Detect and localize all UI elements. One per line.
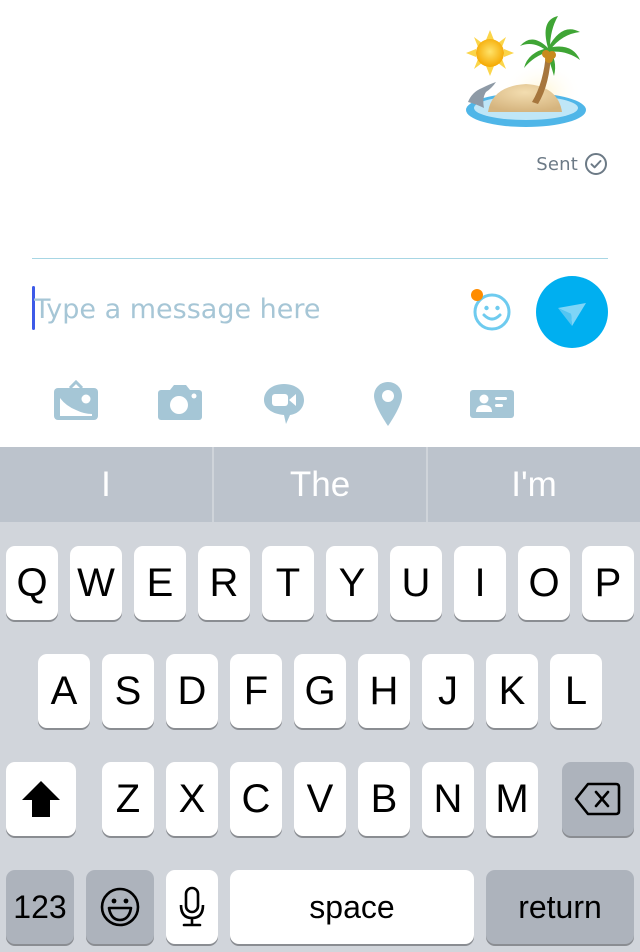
key-k[interactable]: K [486, 654, 538, 728]
key-f[interactable]: F [230, 654, 282, 728]
contact-card-icon [470, 390, 514, 418]
key-p[interactable]: P [582, 546, 634, 620]
emoji-button[interactable] [466, 286, 516, 336]
island-sticker-icon [466, 16, 586, 127]
video-message-icon [264, 384, 304, 424]
key-v[interactable]: V [294, 762, 346, 836]
backspace-icon [574, 782, 621, 816]
island-sticker[interactable] [462, 12, 586, 132]
key-m[interactable]: M [486, 762, 538, 836]
key-s[interactable]: S [102, 654, 154, 728]
attachment-toolbar [0, 380, 640, 428]
send-arrow-icon [558, 303, 586, 326]
camera-button[interactable] [156, 380, 204, 428]
suggestion-item[interactable]: I'm [428, 447, 640, 522]
photo-gallery-button[interactable] [52, 380, 100, 428]
key-q[interactable]: Q [6, 546, 58, 620]
notification-dot-icon [471, 289, 483, 301]
key-i[interactable]: I [454, 546, 506, 620]
chat-area: Sent [0, 0, 640, 447]
key-c[interactable]: C [230, 762, 282, 836]
predictive-text-bar: I The I'm [0, 447, 640, 522]
microphone-icon [179, 886, 205, 927]
key-w[interactable]: W [70, 546, 122, 620]
key-x[interactable]: X [166, 762, 218, 836]
image-icon [54, 380, 98, 420]
key-a[interactable]: A [38, 654, 90, 728]
key-u[interactable]: U [390, 546, 442, 620]
suggestion-item[interactable]: I [0, 447, 212, 522]
suggestion-item[interactable]: The [214, 447, 426, 522]
key-e[interactable]: E [134, 546, 186, 620]
key-n[interactable]: N [422, 762, 474, 836]
key-b[interactable]: B [358, 762, 410, 836]
key-h[interactable]: H [358, 654, 410, 728]
key-g[interactable]: G [294, 654, 346, 728]
keyboard: Q W E R T Y U I O P A S D F G H J K L Z … [0, 522, 640, 952]
key-t[interactable]: T [262, 546, 314, 620]
key-y[interactable]: Y [326, 546, 378, 620]
key-l[interactable]: L [550, 654, 602, 728]
composer-divider [32, 258, 608, 259]
emoji-keyboard-key[interactable] [86, 870, 154, 944]
message-status: Sent [536, 152, 608, 176]
numbers-key[interactable]: 123 [6, 870, 74, 944]
dictation-key[interactable] [166, 870, 218, 944]
key-o[interactable]: O [518, 546, 570, 620]
location-button[interactable] [364, 380, 412, 428]
location-pin-icon [374, 382, 402, 426]
sent-check-icon [585, 153, 607, 175]
video-message-button[interactable] [260, 380, 308, 428]
space-key[interactable]: space [230, 870, 474, 944]
key-z[interactable]: Z [102, 762, 154, 836]
message-input[interactable] [34, 284, 454, 334]
emoji-face-icon [100, 887, 140, 927]
key-j[interactable]: J [422, 654, 474, 728]
smiley-icon [471, 289, 511, 331]
contact-card-button[interactable] [468, 380, 516, 428]
return-key[interactable]: return [486, 870, 634, 944]
shift-arrow-icon [22, 781, 60, 817]
shift-key[interactable] [6, 762, 76, 836]
key-r[interactable]: R [198, 546, 250, 620]
sent-status-label: Sent [536, 153, 578, 175]
send-button[interactable] [536, 276, 608, 348]
key-d[interactable]: D [166, 654, 218, 728]
camera-icon [158, 385, 202, 420]
delete-key[interactable] [562, 762, 634, 836]
